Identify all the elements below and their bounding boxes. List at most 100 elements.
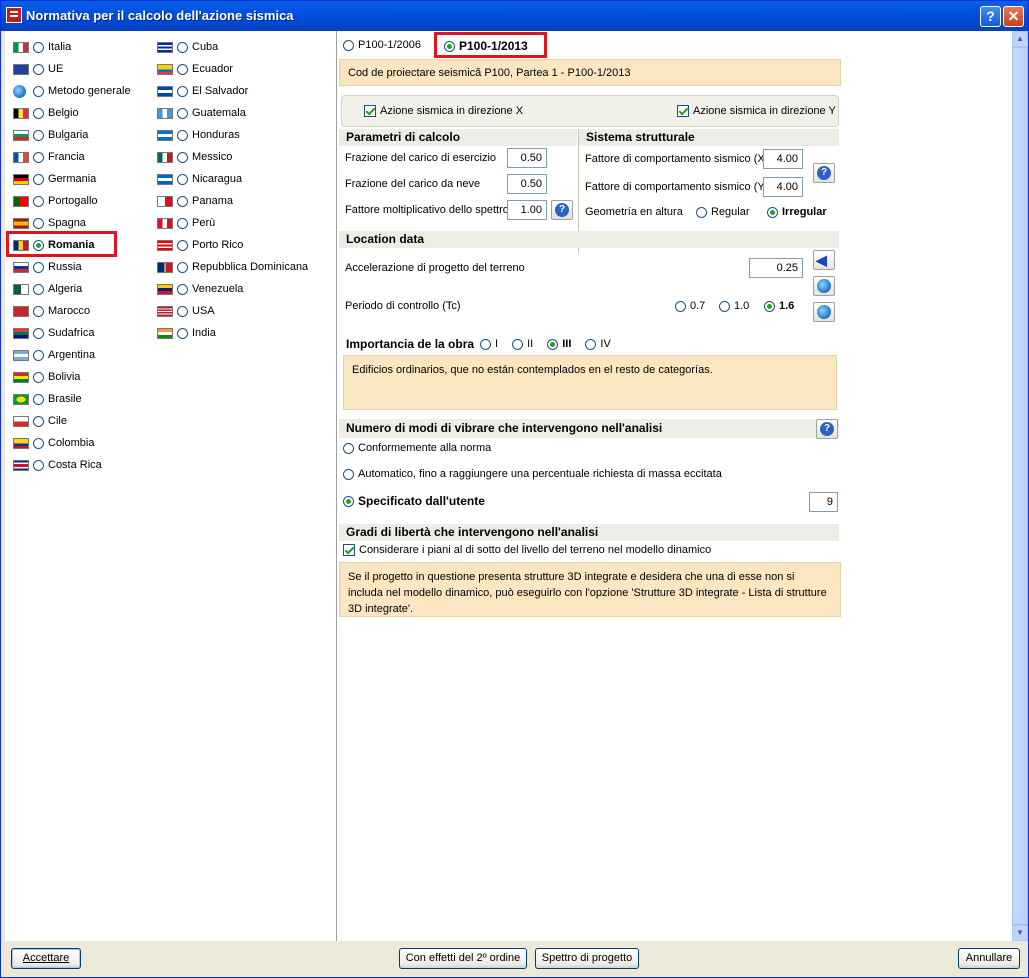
radio-icon[interactable] [177,239,188,251]
radio-icon[interactable] [33,415,44,427]
radio-icon[interactable] [177,261,188,273]
help-title-button[interactable]: ? [980,6,1001,27]
radio-icon[interactable] [177,173,188,185]
country-option-de[interactable]: Germania [13,170,96,188]
country-option-bo[interactable]: Bolivia [13,368,80,386]
radio-icon[interactable] [767,206,778,218]
country-option-dz[interactable]: Algeria [13,280,82,298]
radio-icon[interactable] [33,217,44,229]
radio-icon[interactable] [177,305,188,317]
country-option-mx[interactable]: Messico [157,148,232,166]
radio-icon[interactable] [33,283,44,295]
radio-icon[interactable] [696,206,707,218]
esercizio-input[interactable]: 0.50 [507,148,547,168]
importanza-option-ii[interactable]: II [512,338,533,350]
norm-option-2006[interactable]: P100-1/2006 [343,39,421,51]
gradi-checkbox[interactable]: Considerare i piani al di sotto del live… [343,544,711,556]
radio-icon[interactable] [675,300,686,312]
country-option-do[interactable]: Repubblica Dominicana [157,258,308,276]
importanza-option-iv[interactable]: IV [585,338,611,350]
country-option-hn[interactable]: Honduras [157,126,240,144]
country-option-in[interactable]: India [157,324,216,342]
country-option-it[interactable]: Italia [13,38,71,56]
country-option-za[interactable]: Sudafrica [13,324,94,342]
radio-icon[interactable] [585,338,597,350]
radio-icon[interactable] [177,283,188,295]
country-option-sv[interactable]: El Salvador [157,82,248,100]
country-option-be[interactable]: Belgio [13,104,79,122]
neve-input[interactable]: 0.50 [507,174,547,194]
country-option-us[interactable]: USA [157,302,215,320]
country-option-pr[interactable]: Porto Rico [157,236,243,254]
radio-icon[interactable] [343,468,354,480]
radio-icon[interactable] [33,393,44,405]
radio-icon[interactable] [177,151,188,163]
country-option-eu[interactable]: UE [13,60,63,78]
radio-icon[interactable] [547,338,559,350]
scroll-up-button[interactable]: ▲ [1012,31,1028,47]
country-option-ve[interactable]: Venezuela [157,280,243,298]
country-option-ma[interactable]: Marocco [13,302,90,320]
close-title-button[interactable]: ✕ [1003,6,1024,27]
radio-icon[interactable] [177,85,188,97]
modi-help-button[interactable]: ? [816,419,838,439]
scroll-down-button[interactable]: ▼ [1012,925,1028,941]
globe-button-1[interactable] [813,276,835,296]
radio-icon[interactable] [33,85,44,97]
radio-icon[interactable] [33,107,44,119]
country-option-bg[interactable]: Bulgaria [13,126,88,144]
direction-y-checkbox[interactable]: Azione sismica in direzione Y [677,105,836,117]
radio-icon[interactable] [177,41,188,53]
radio-icon[interactable] [343,495,354,507]
country-option-fr[interactable]: Francia [13,148,85,166]
country-option-globe[interactable]: Metodo generale [13,82,131,100]
tc-option-16[interactable]: 1.6 [764,300,794,312]
radio-icon[interactable] [343,442,354,454]
country-option-ar[interactable]: Argentina [13,346,95,364]
country-option-cl[interactable]: Cile [13,412,67,430]
spectrum-button[interactable]: Spettro di progetto [535,948,639,969]
radio-icon[interactable] [177,327,188,339]
modi-count-input[interactable]: 9 [809,492,838,512]
cancel-button[interactable]: Annullare [958,948,1020,969]
title-bar[interactable]: Normativa per il calcolo dell'azione sis… [1,1,1028,31]
radio-icon[interactable] [33,327,44,339]
radio-icon[interactable] [343,39,354,51]
fy-input[interactable]: 4.00 [763,177,803,197]
accelerazione-input[interactable]: 0.25 [749,258,803,278]
importanza-option-iii[interactable]: III [547,338,571,350]
radio-icon[interactable] [33,173,44,185]
radio-icon[interactable] [33,459,44,471]
spettro-input[interactable]: 1.00 [507,200,547,220]
country-option-ni[interactable]: Nicaragua [157,170,242,188]
second-order-button[interactable]: Con effetti del 2º ordine [399,948,527,969]
geometria-irregular-option[interactable]: Irregular [767,206,827,218]
radio-icon[interactable] [33,437,44,449]
country-option-co[interactable]: Colombia [13,434,94,452]
radio-icon[interactable] [33,305,44,317]
radio-icon[interactable] [33,129,44,141]
modi-option-norma[interactable]: Conformemente alla norma [343,442,491,454]
modi-option-automatico[interactable]: Automatico, fino a raggiungere una perce… [343,468,722,480]
vertical-scrollbar[interactable]: ▲ ▼ [1012,31,1028,941]
radio-icon[interactable] [764,300,775,312]
checkbox-icon[interactable] [677,105,689,117]
country-option-ru[interactable]: Russia [13,258,82,276]
country-option-pa[interactable]: Panama [157,192,233,210]
country-option-cu[interactable]: Cuba [157,38,218,56]
country-option-pe[interactable]: Perù [157,214,215,232]
spettro-help-button[interactable]: ? [551,200,573,220]
geometria-regular-option[interactable]: Regular [696,206,750,218]
country-option-ec[interactable]: Ecuador [157,60,233,78]
tc-option-10[interactable]: 1.0 [719,300,749,312]
radio-icon[interactable] [177,107,188,119]
scroll-thumb[interactable] [1012,47,1028,925]
radio-icon[interactable] [33,371,44,383]
radio-icon[interactable] [33,41,44,53]
radio-icon[interactable] [33,195,44,207]
checkbox-icon[interactable] [364,105,376,117]
radio-icon[interactable] [33,63,44,75]
radio-icon[interactable] [177,195,188,207]
direction-x-checkbox[interactable]: Azione sismica in direzione X [364,105,523,117]
radio-icon[interactable] [177,129,188,141]
